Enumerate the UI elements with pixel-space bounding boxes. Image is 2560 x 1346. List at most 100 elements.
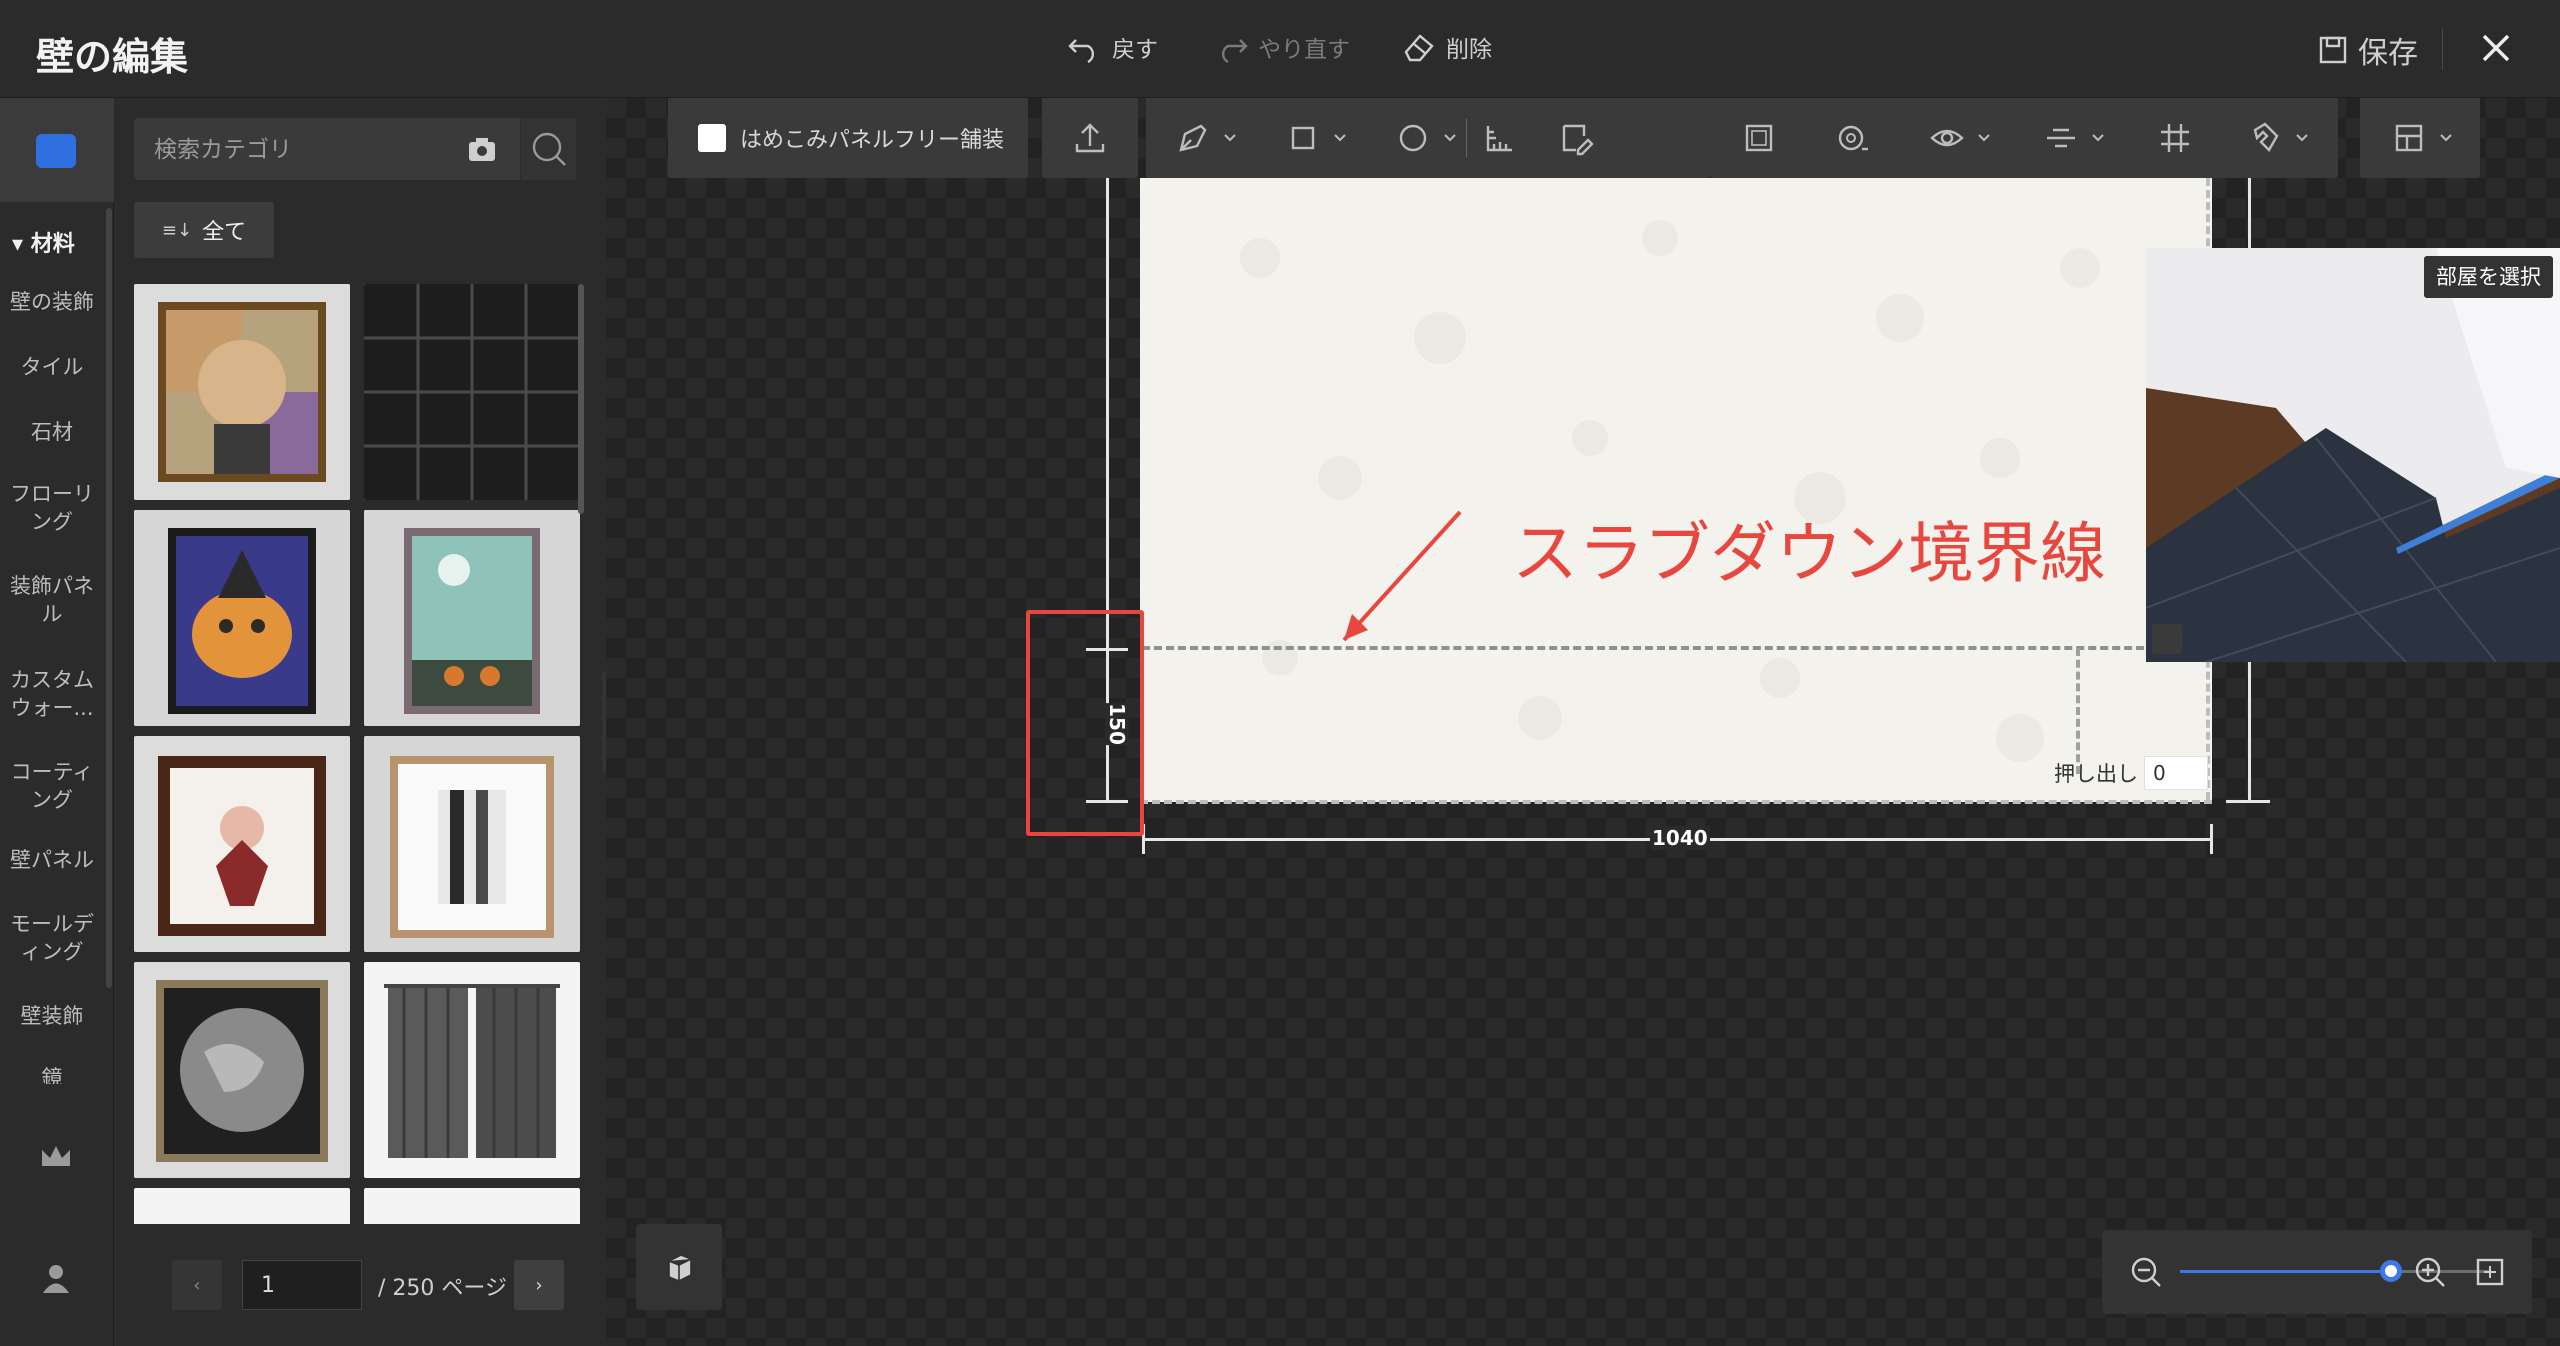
fit-view-icon[interactable]: [1732, 111, 1786, 165]
material-tile[interactable]: [134, 962, 350, 1178]
undo-button[interactable]: 戻す: [1068, 30, 1158, 64]
chevron-down-icon[interactable]: [1330, 111, 1350, 165]
catnav-item-wall-decor[interactable]: 壁の装飾: [0, 288, 104, 316]
room-3d-preview[interactable]: [2146, 248, 2560, 662]
pen-tool-icon[interactable]: [1166, 111, 1220, 165]
framed-portrait-image: [134, 284, 350, 500]
zoom-slider-handle[interactable]: [2380, 1260, 2402, 1282]
wall-surface[interactable]: [1140, 178, 2212, 802]
save-label: 保存: [2358, 36, 2418, 71]
fit-screen-icon[interactable]: [2472, 1254, 2508, 1290]
align-icon[interactable]: [2034, 111, 2088, 165]
catnav-item-tile[interactable]: タイル: [0, 353, 104, 381]
material-tile[interactable]: [364, 962, 580, 1178]
resize-handle-icon[interactable]: [2152, 624, 2182, 654]
chevron-down-icon[interactable]: [1220, 111, 1240, 165]
save-button[interactable]: 保存: [2318, 28, 2418, 72]
zoom-slider-fill: [2180, 1270, 2390, 1273]
circle-tool-icon[interactable]: [1386, 111, 1440, 165]
camera-icon[interactable]: [464, 131, 500, 167]
seamless-paving-toggle[interactable]: はめこみパネルフリー舗装: [668, 98, 1028, 178]
extrude-value[interactable]: 0: [2144, 756, 2208, 790]
annotation-arrow-icon: [1342, 510, 1462, 642]
edit-note-icon[interactable]: [1549, 111, 1603, 165]
catnav-item-custom-wall[interactable]: カスタムウォー...: [0, 666, 104, 722]
catnav-item-decor-panel[interactable]: 装飾パネル: [0, 572, 104, 628]
user-icon[interactable]: [38, 1260, 74, 1296]
material-grid: [134, 284, 584, 1224]
chevron-down-icon[interactable]: [2088, 111, 2108, 165]
delete-button[interactable]: 削除: [1402, 30, 1492, 64]
upload-button[interactable]: [1042, 98, 1138, 178]
filter-icon: ≡↓: [161, 219, 193, 241]
room-select-button[interactable]: 部屋を選択: [2424, 256, 2553, 298]
grid-icon[interactable]: [2148, 111, 2202, 165]
section-materials[interactable]: ▾ 材料: [12, 226, 75, 258]
wall-texture: [1240, 220, 2100, 762]
zoom-out-icon[interactable]: [2128, 1254, 2164, 1290]
close-icon[interactable]: [2476, 28, 2516, 68]
3d-view-toggle-button[interactable]: [636, 1224, 722, 1310]
wall-width-label: 1040: [1650, 826, 1710, 850]
chevron-down-icon[interactable]: [1974, 111, 1994, 165]
rectangle-tool-icon[interactable]: [1276, 111, 1330, 165]
material-tile[interactable]: [134, 1188, 350, 1224]
material-tile[interactable]: [364, 510, 580, 726]
dimension-tick: [2226, 800, 2270, 803]
divider: [2442, 28, 2443, 70]
chevron-left-icon: ‹: [193, 1274, 201, 1296]
catnav-scrollbar[interactable]: [106, 208, 112, 988]
redo-label: やり直す: [1258, 37, 1350, 63]
slab-down-boundary-line[interactable]: [1142, 646, 2192, 650]
panel-scrollbar[interactable]: [578, 284, 584, 514]
view-tools: [1710, 98, 2338, 178]
annotation-highlight-box: [1026, 610, 1144, 836]
filter-all-button[interactable]: ≡↓ 全て: [134, 202, 274, 258]
draw-tools: [1146, 98, 1710, 178]
search-input[interactable]: [154, 132, 444, 168]
catnav-item-mirror[interactable]: 鏡: [0, 1064, 104, 1084]
pagination: ‹ / 250 ページ ›: [134, 1254, 584, 1324]
halloween-frame-image: [364, 510, 580, 726]
annotation-label: スラブダウン境界線: [1512, 515, 2106, 592]
materials-tab[interactable]: [0, 98, 114, 202]
magnet-icon[interactable]: [2238, 111, 2292, 165]
ruler-tool-icon[interactable]: [1473, 111, 1527, 165]
material-tile[interactable]: [134, 510, 350, 726]
pumpkin-poster-image: [134, 510, 350, 726]
catnav-item-coating[interactable]: コーティング: [0, 758, 104, 814]
material-tile[interactable]: [364, 736, 580, 952]
chevron-down-icon[interactable]: [1440, 111, 1460, 165]
extrude-control[interactable]: 押し出し 0: [2054, 756, 2208, 790]
chevron-down-icon[interactable]: [2292, 111, 2312, 165]
catnav-item-molding[interactable]: モールディング: [0, 910, 104, 966]
layout-icon[interactable]: [2382, 111, 2436, 165]
material-tile[interactable]: [364, 284, 580, 500]
chevron-right-icon: ›: [535, 1274, 543, 1296]
earth-print-image: [134, 962, 350, 1178]
catnav-item-wall-panel[interactable]: 壁パネル: [0, 846, 104, 874]
material-tile[interactable]: [134, 736, 350, 952]
divider: [1466, 119, 1467, 157]
crown-icon[interactable]: [38, 1138, 74, 1174]
catnav-item-flooring[interactable]: フローリング: [0, 480, 104, 536]
search-button[interactable]: [520, 118, 576, 180]
catnav-item-wall-ornament[interactable]: 壁装飾: [0, 1002, 104, 1030]
dimension-tick: [2210, 824, 2213, 854]
next-page-button[interactable]: ›: [514, 1260, 564, 1310]
prev-page-button[interactable]: ‹: [172, 1260, 222, 1310]
room-preview-image: [2146, 248, 2560, 662]
chevron-down-icon[interactable]: [2436, 111, 2456, 165]
top-bar: 壁の編集 戻す やり直す 削除 保存: [0, 0, 2560, 98]
redo-button[interactable]: やり直す: [1214, 30, 1350, 64]
material-tile[interactable]: [134, 284, 350, 500]
eye-icon[interactable]: [1920, 111, 1974, 165]
search-icon: [532, 132, 566, 166]
page-number-input[interactable]: [242, 1260, 362, 1310]
zoom-in-icon[interactable]: [2412, 1254, 2448, 1290]
seamless-checkbox[interactable]: [698, 124, 726, 152]
category-nav: ▾ 材料 壁の装飾 タイル 石材 フローリング 装飾パネル カスタムウォー...…: [0, 98, 114, 1346]
material-tile[interactable]: [364, 1188, 580, 1224]
catnav-item-stone[interactable]: 石材: [0, 418, 104, 446]
tape-measure-icon[interactable]: [1826, 111, 1880, 165]
